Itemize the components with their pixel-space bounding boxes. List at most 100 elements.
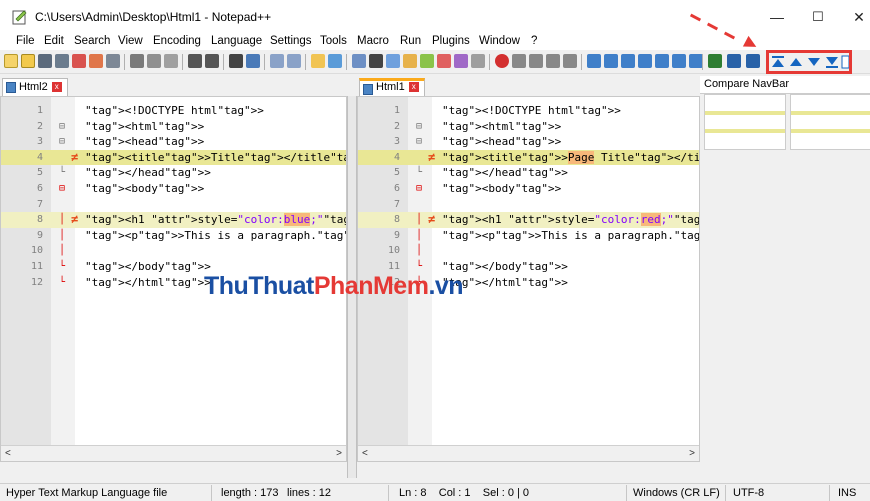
- code-line[interactable]: 4 ≠ "tag"><title"tag">>Title"tag"></title"…: [1, 149, 346, 166]
- code-line[interactable]: 9 │ "tag"><p"tag">>This is a paragraph."ta…: [1, 228, 346, 244]
- maximize-button[interactable]: ☐: [803, 6, 833, 28]
- menu-settings[interactable]: Settings: [270, 35, 312, 47]
- tab-close-icon[interactable]: x: [408, 82, 419, 93]
- paste-icon[interactable]: [164, 54, 178, 68]
- scroll-left-icon[interactable]: <: [362, 448, 368, 459]
- menu-window[interactable]: Window: [479, 35, 520, 47]
- scroll-left-icon[interactable]: <: [5, 448, 11, 459]
- menu-macro[interactable]: Macro: [357, 35, 389, 47]
- close-button[interactable]: ✕: [844, 6, 870, 28]
- code-line[interactable]: 9 │ "tag"><p"tag">>This is a paragraph."ta…: [358, 228, 699, 244]
- redo-icon[interactable]: [205, 54, 219, 68]
- play-macro-icon[interactable]: [529, 54, 543, 68]
- toolbar-separator: [581, 54, 582, 70]
- cut-icon[interactable]: [130, 54, 144, 68]
- save-all-icon[interactable]: [55, 54, 69, 68]
- doc-map-icon[interactable]: [403, 54, 417, 68]
- code-line[interactable]: 5 └ "tag"></head"tag">>: [1, 165, 346, 181]
- code-line[interactable]: 10 │: [358, 243, 699, 259]
- menu-view[interactable]: View: [118, 35, 143, 47]
- navbar-left-map[interactable]: [704, 94, 786, 150]
- code-line[interactable]: 7: [358, 197, 699, 213]
- navbar-right-map[interactable]: [790, 94, 870, 150]
- run-macro-multiple-icon[interactable]: [546, 54, 560, 68]
- code-line[interactable]: 7: [1, 197, 346, 213]
- fold-marker-icon[interactable]: ⊟: [59, 119, 65, 135]
- scroll-right-icon[interactable]: >: [336, 448, 342, 459]
- fold-marker-icon[interactable]: ⊟: [416, 134, 422, 150]
- code-line[interactable]: 8 │ ≠ "tag"><h1 "attr">style="color:red;""t…: [358, 212, 699, 228]
- save-icon[interactable]: [38, 54, 52, 68]
- menu-edit[interactable]: Edit: [44, 35, 64, 47]
- code-line[interactable]: 10 │: [1, 243, 346, 259]
- code-line[interactable]: 1 "tag"><!DOCTYPE html"tag">>: [1, 103, 346, 119]
- copy-icon[interactable]: [147, 54, 161, 68]
- menu-search[interactable]: Search: [74, 35, 110, 47]
- first-diff-icon[interactable]: [638, 54, 652, 68]
- replace-icon[interactable]: [246, 54, 260, 68]
- folder-workspace-icon[interactable]: [437, 54, 451, 68]
- last-diff-icon[interactable]: [689, 54, 703, 68]
- compare-svn-icon[interactable]: [746, 54, 760, 68]
- fold-marker-icon[interactable]: ⊟: [416, 119, 422, 135]
- zoom-out-icon[interactable]: [287, 54, 301, 68]
- fold-marker-icon[interactable]: ⊟: [59, 181, 65, 197]
- menu-run[interactable]: Run: [400, 35, 421, 47]
- code-line[interactable]: 3 ⊟ "tag"><head"tag">>: [358, 134, 699, 150]
- menu-encoding[interactable]: Encoding: [153, 35, 201, 47]
- tab-html1[interactable]: Html1 x: [359, 78, 425, 96]
- fold-marker-icon[interactable]: ⊟: [59, 134, 65, 150]
- compare-navbar[interactable]: [700, 94, 870, 478]
- minimize-button[interactable]: —: [762, 6, 792, 28]
- word-wrap-icon[interactable]: [352, 54, 366, 68]
- code-line[interactable]: 6 ⊟ "tag"><body"tag">>: [358, 181, 699, 197]
- code-line[interactable]: 2 ⊟ "tag"><html"tag">>: [358, 119, 699, 135]
- print-icon[interactable]: [106, 54, 120, 68]
- compare-selection-icon[interactable]: [604, 54, 618, 68]
- zoom-in-icon[interactable]: [270, 54, 284, 68]
- code-line[interactable]: 2 ⊟ "tag"><html"tag">>: [1, 119, 346, 135]
- function-list-icon[interactable]: [420, 54, 434, 68]
- stop-macro-icon[interactable]: [512, 54, 526, 68]
- compare-icon[interactable]: [587, 54, 601, 68]
- tab-html2[interactable]: Html2 x: [2, 78, 68, 96]
- code-line[interactable]: 6 ⊟ "tag"><body"tag">>: [1, 181, 346, 197]
- menu-help[interactable]: ?: [531, 35, 537, 47]
- line-number: 9: [36, 229, 43, 241]
- find-icon[interactable]: [229, 54, 243, 68]
- indent-guide-icon[interactable]: [386, 54, 400, 68]
- close-file-icon[interactable]: [72, 54, 86, 68]
- code-line[interactable]: 8 │ ≠ "tag"><h1 "attr">style="color:blue;""…: [1, 212, 346, 228]
- close-all-icon[interactable]: [89, 54, 103, 68]
- sync-vertical-icon[interactable]: [311, 54, 325, 68]
- menu-file[interactable]: File: [16, 35, 35, 47]
- diff-marker: [705, 129, 785, 133]
- open-file-icon[interactable]: [21, 54, 35, 68]
- new-file-icon[interactable]: [4, 54, 18, 68]
- next-diff-icon[interactable]: [672, 54, 686, 68]
- code-line[interactable]: 4 ≠ "tag"><title"tag">>Page Title"tag"></t…: [358, 149, 699, 166]
- fold-marker-icon[interactable]: ⊟: [416, 181, 422, 197]
- scroll-right-icon[interactable]: >: [689, 448, 695, 459]
- horizontal-scrollbar[interactable]: < >: [358, 445, 699, 461]
- code-line[interactable]: 1 "tag"><!DOCTYPE html"tag">>: [358, 103, 699, 119]
- tab-close-icon[interactable]: x: [51, 82, 62, 93]
- undo-icon[interactable]: [188, 54, 202, 68]
- compare-last-save-icon[interactable]: [727, 54, 741, 68]
- code-line[interactable]: 3 ⊟ "tag"><head"tag">>: [1, 134, 346, 150]
- save-macro-icon[interactable]: [563, 54, 577, 68]
- menu-language[interactable]: Language: [211, 35, 262, 47]
- clear-compare-icon[interactable]: [621, 54, 635, 68]
- show-all-chars-icon[interactable]: [369, 54, 383, 68]
- prev-diff-icon[interactable]: [655, 54, 669, 68]
- compare-plugin-icon[interactable]: [708, 54, 722, 68]
- monitoring-icon[interactable]: [454, 54, 468, 68]
- menu-plugins[interactable]: Plugins: [432, 35, 470, 47]
- sync-horizontal-icon[interactable]: [328, 54, 342, 68]
- menu-tools[interactable]: Tools: [320, 35, 347, 47]
- code-line[interactable]: 5 └ "tag"></head"tag">>: [358, 165, 699, 181]
- right-tab-bar: Html1 x: [357, 76, 700, 96]
- horizontal-scrollbar[interactable]: < >: [1, 445, 346, 461]
- record-macro-icon[interactable]: [495, 54, 509, 68]
- eye-icon[interactable]: [471, 54, 485, 68]
